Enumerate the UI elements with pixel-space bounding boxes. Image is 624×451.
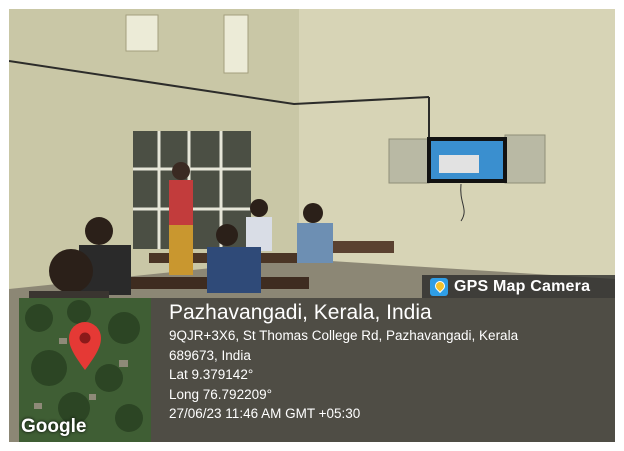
gps-map-camera-badge: GPS Map Camera [422, 275, 615, 298]
latitude: Lat 9.379142° [169, 367, 254, 382]
address-line-1: 9QJR+3X6, St Thomas College Rd, Pazhavan… [169, 328, 519, 343]
longitude: Long 76.792209° [169, 386, 272, 402]
map-thumbnail: Google [19, 298, 151, 442]
geotagged-photo: GPS Map Camera Google Pazhavangadi, Kera… [9, 9, 615, 442]
app-name: GPS Map Camera [454, 277, 591, 295]
map-logo: Google [21, 416, 87, 437]
gps-map-camera-icon [430, 277, 448, 296]
place-name: Pazhavangadi, Kerala, India [169, 301, 432, 324]
timestamp: 27/06/23 11:46 AM GMT +05:30 [169, 406, 361, 421]
address-line-2: 689673, India [169, 347, 251, 363]
location-info: Pazhavangadi, Kerala, India 9QJR+3X6, St… [169, 300, 518, 424]
